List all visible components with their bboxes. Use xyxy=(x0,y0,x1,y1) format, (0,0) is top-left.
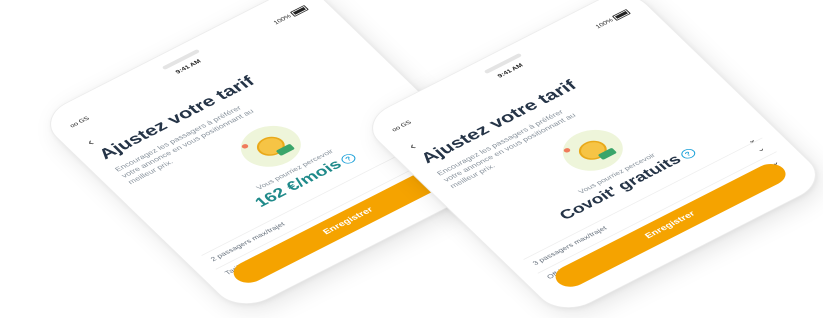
carrier-signal: oo GS xyxy=(68,115,91,129)
info-icon[interactable]: ? xyxy=(338,151,358,166)
battery-icon xyxy=(289,4,309,17)
battery-indicator: 100% xyxy=(594,8,631,30)
battery-text: 100% xyxy=(594,17,615,30)
battery-text: 100% xyxy=(272,13,293,26)
carrier-signal: oo GS xyxy=(390,119,413,133)
back-arrow-icon[interactable]: ‹ xyxy=(83,136,97,147)
battery-icon xyxy=(611,8,631,21)
back-arrow-icon[interactable]: ‹ xyxy=(405,140,419,151)
phone-screen-2: oo GS 9:41 AM 100% ‹ Ajustez votre tarif… xyxy=(358,0,823,318)
spark-decoration xyxy=(240,143,250,150)
battery-indicator: 100% xyxy=(272,4,309,26)
spark-decoration xyxy=(562,147,572,154)
save-button[interactable]: Enregistrer xyxy=(549,159,792,292)
